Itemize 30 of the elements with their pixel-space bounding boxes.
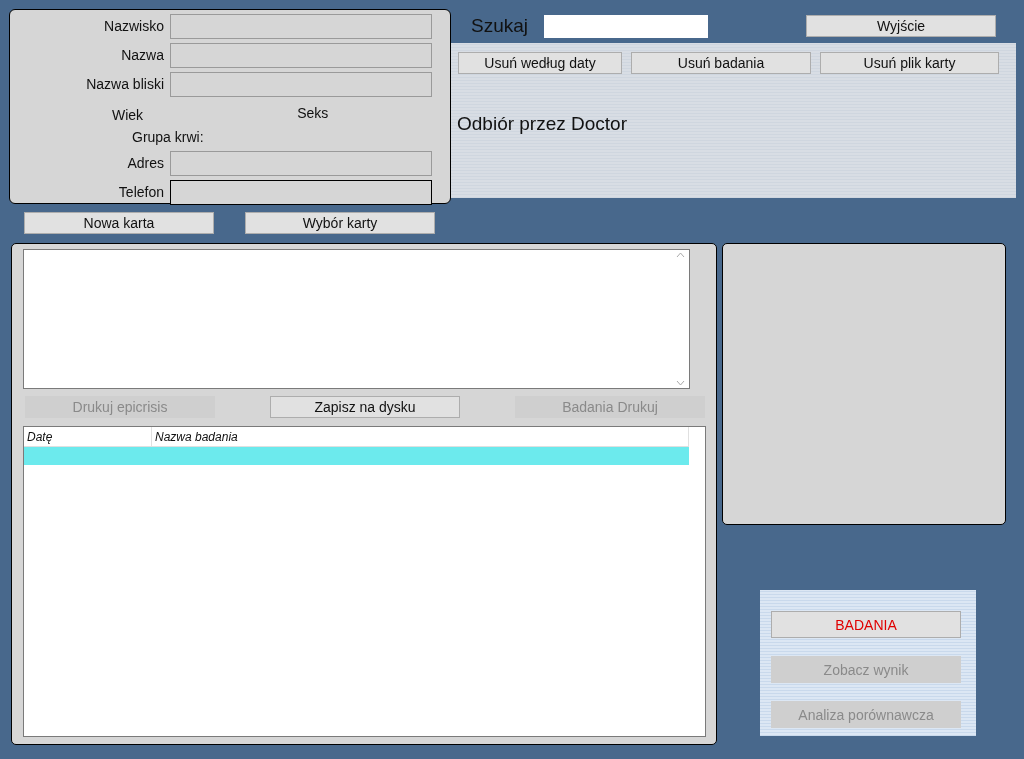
- text-field[interactable]: [170, 151, 432, 176]
- button[interactable]: Usuń badania: [631, 52, 811, 74]
- notes-area[interactable]: [23, 249, 690, 389]
- field-label: Nazwa bliski: [85, 75, 165, 94]
- search-label: Szukaj: [471, 13, 529, 38]
- text-field[interactable]: [170, 180, 432, 205]
- column-header[interactable]: Nazwa badania: [152, 427, 689, 446]
- button[interactable]: Usuń według daty: [458, 52, 622, 74]
- field-label: Nazwa: [120, 46, 165, 65]
- age-label: Wiek: [112, 106, 144, 125]
- button[interactable]: Usuń plik karty: [820, 52, 999, 74]
- field-label: Adres: [126, 154, 165, 173]
- text-field[interactable]: [170, 72, 432, 97]
- button[interactable]: Nowa karta: [24, 212, 214, 234]
- button[interactable]: Zapisz na dysku: [270, 396, 460, 418]
- sex-label: Seks: [297, 104, 329, 123]
- button[interactable]: Wybór karty: [245, 212, 435, 234]
- text-field[interactable]: [170, 43, 432, 68]
- pickup-text: Odbiór przez Doctor: [457, 112, 628, 136]
- scroll-up-icon[interactable]: [676, 252, 685, 258]
- search-field[interactable]: [544, 14, 709, 38]
- column-header[interactable]: Datę: [24, 427, 152, 446]
- table-row[interactable]: [24, 447, 689, 465]
- button[interactable]: Wyjście: [806, 15, 997, 37]
- field-label: Nazwisko: [103, 17, 165, 36]
- field-label: Telefon: [117, 183, 165, 202]
- blood-group-label: Grupa krwi:: [132, 128, 204, 147]
- button[interactable]: BADANIA: [771, 611, 961, 638]
- scroll-down-icon[interactable]: [676, 380, 685, 386]
- text-field[interactable]: [170, 14, 432, 39]
